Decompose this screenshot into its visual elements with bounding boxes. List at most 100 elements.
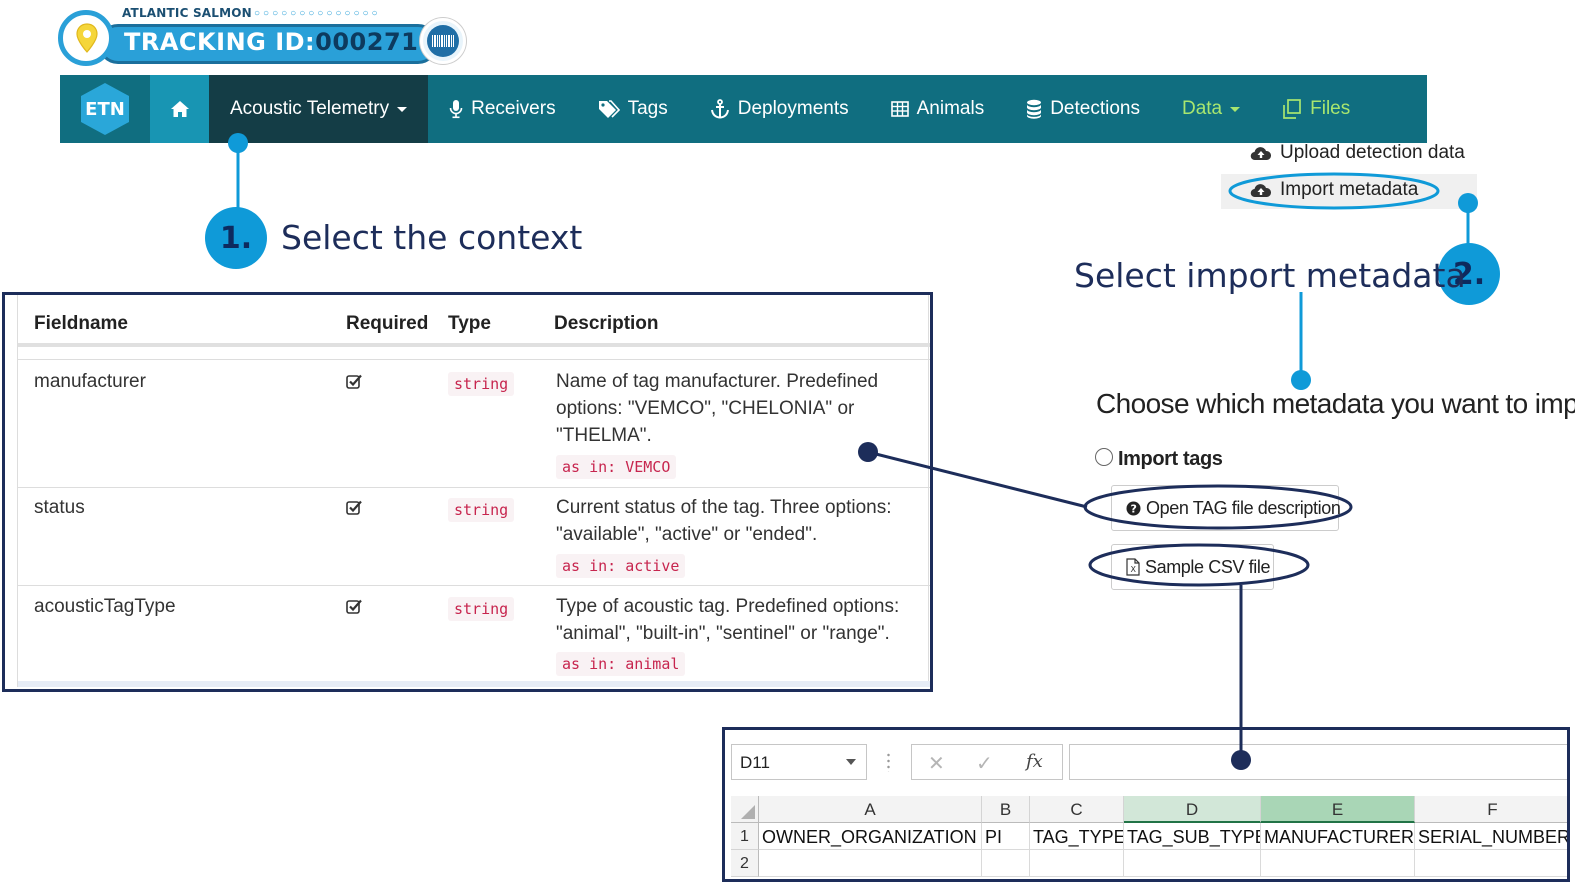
files-icon <box>1282 99 1302 119</box>
example-value: as in: animal <box>556 652 686 676</box>
table-icon <box>890 101 909 117</box>
cell-e2[interactable] <box>1261 850 1415 877</box>
column-header-c[interactable]: C <box>1030 796 1124 823</box>
description-line: options: "VEMCO", "CHELONIA" or <box>556 398 855 419</box>
logo-dots: ○○○○○○○○○○○○○○ <box>254 8 381 19</box>
sample-csv-spreadsheet: D11 ✕ ✓ fx A B C D E F 1 OWNER_ORGANIZAT… <box>722 727 1570 882</box>
nav-detections-label: Detections <box>1050 98 1140 119</box>
fx-icon[interactable]: fx <box>1026 751 1043 772</box>
database-icon <box>1026 99 1042 119</box>
header-required: Required <box>346 313 429 334</box>
nav-receivers-label: Receivers <box>471 98 556 119</box>
open-tag-file-description-label: Open TAG file description <box>1146 497 1341 518</box>
svg-text:?: ? <box>1131 502 1137 515</box>
column-header-a[interactable]: A <box>759 796 982 823</box>
cell-b1[interactable]: PI <box>982 823 1030 850</box>
cloud-upload-icon <box>1250 182 1272 198</box>
column-header-b[interactable]: B <box>982 796 1030 823</box>
nav-animals-label: Animals <box>916 98 985 119</box>
cell-d1[interactable]: TAG_SUB_TYPE <box>1124 823 1261 850</box>
cloud-upload-icon <box>1250 145 1272 161</box>
caret-down-icon <box>1230 106 1241 112</box>
nav-deployments-label: Deployments <box>737 98 849 119</box>
logo-tracking-text: TRACKING ID:0002711 <box>124 28 436 56</box>
import-tags-radio[interactable] <box>1095 448 1113 466</box>
choose-anchor-dot <box>1291 370 1311 390</box>
nav-deployments[interactable]: Deployments <box>689 75 870 143</box>
column-header-d[interactable]: D <box>1124 796 1261 823</box>
formula-buttons: ✕ ✓ fx <box>911 744 1063 780</box>
description-line: "animal", "built-in", "sentinel" or "ran… <box>556 623 890 644</box>
menu-import-metadata[interactable]: Import metadata <box>1250 179 1418 201</box>
home-button[interactable] <box>150 75 209 143</box>
home-icon <box>170 101 189 117</box>
nav-files[interactable]: Files <box>1261 75 1371 143</box>
cell-c2[interactable] <box>1030 850 1124 877</box>
microphone-icon <box>449 99 463 119</box>
cell-f1[interactable]: SERIAL_NUMBER <box>1415 823 1567 850</box>
cell-c1[interactable]: TAG_TYPE <box>1030 823 1124 850</box>
barcode-icon <box>427 25 459 57</box>
description-line: Name of tag manufacturer. Predefined <box>556 371 879 392</box>
description-cell: Name of tag manufacturer. Predefined opt… <box>556 368 926 449</box>
row-header-2[interactable]: 2 <box>731 850 759 877</box>
field-table: Fieldname Required Type Description manu… <box>17 295 930 687</box>
nav-detections[interactable]: Detections <box>1005 75 1161 143</box>
checked-checkbox-icon <box>346 599 362 614</box>
formula-bar[interactable] <box>1069 744 1567 780</box>
cell-b2[interactable] <box>982 850 1030 877</box>
cell-a1[interactable]: OWNER_ORGANIZATION <box>759 823 982 850</box>
sample-csv-file-label: Sample CSV file <box>1145 556 1271 577</box>
chevron-down-icon <box>846 759 856 765</box>
header-description: Description <box>554 313 659 334</box>
select-all-corner[interactable] <box>731 796 759 823</box>
confirm-check-icon[interactable]: ✓ <box>976 751 993 776</box>
nav-acoustic-telemetry-label: Acoustic Telemetry <box>230 98 390 119</box>
etn-brand-logo[interactable]: ETN <box>60 75 150 143</box>
fieldname-cell: status <box>34 497 85 518</box>
description-line: Type of acoustic tag. Predefined options… <box>556 596 900 617</box>
cell-d2[interactable] <box>1124 850 1261 877</box>
step-2-text: Select import metadata <box>1074 256 1466 295</box>
row-divider <box>18 585 930 586</box>
sample-csv-file-button[interactable]: X Sample CSV file <box>1111 544 1274 590</box>
example-value: as in: active <box>556 554 686 578</box>
name-box[interactable]: D11 <box>731 744 867 780</box>
nav-receivers[interactable]: Receivers <box>428 75 576 143</box>
import-tags-label: Import tags <box>1118 448 1223 470</box>
row-divider <box>18 487 930 488</box>
nav-tags[interactable]: Tags <box>577 75 689 143</box>
example-value: as in: VEMCO <box>556 455 677 479</box>
nav-acoustic-telemetry[interactable]: Acoustic Telemetry <box>209 75 429 143</box>
fieldname-cell: manufacturer <box>34 371 146 392</box>
logo-tracking-id: 0002711 <box>315 28 436 56</box>
logo-species: ATLANTIC SALMON <box>122 6 252 20</box>
type-badge: string <box>448 372 515 396</box>
caret-down-icon <box>397 106 408 112</box>
map-pin-icon <box>58 10 114 66</box>
type-badge: string <box>448 597 515 621</box>
sheet-grid: A B C D E F 1 OWNER_ORGANIZATION PI TAG_… <box>731 796 1567 879</box>
row-header-1[interactable]: 1 <box>731 823 759 850</box>
main-navbar: ETN Acoustic Telemetry Receivers Tags De… <box>60 75 1427 143</box>
row-divider <box>18 359 930 360</box>
description-cell: Current status of the tag. Three options… <box>556 494 926 548</box>
cell-e1[interactable]: MANUFACTURER <box>1261 823 1415 850</box>
header-type: Type <box>448 313 491 334</box>
step-1-text: Select the context <box>281 218 583 257</box>
fieldname-cell: acousticTagType <box>34 596 176 617</box>
atlantic-salmon-logo: ATLANTIC SALMON ○○○○○○○○○○○○○○ TRACKING … <box>58 4 470 66</box>
menu-upload-detection-data[interactable]: Upload detection data <box>1250 142 1465 164</box>
menu-upload-detection-data-label: Upload detection data <box>1280 142 1465 163</box>
nav-data[interactable]: Data <box>1161 75 1261 143</box>
cancel-x-icon[interactable]: ✕ <box>928 751 945 776</box>
column-header-f[interactable]: F <box>1415 796 1567 823</box>
type-badge: string <box>448 498 515 522</box>
nav-animals[interactable]: Animals <box>870 75 1006 143</box>
menu-import-metadata-label: Import metadata <box>1280 179 1419 200</box>
cell-a2[interactable] <box>759 850 982 877</box>
cell-f2[interactable] <box>1415 850 1567 877</box>
brand-text: ETN <box>81 83 129 135</box>
open-tag-file-description-button[interactable]: ? Open TAG file description <box>1111 485 1341 531</box>
column-header-e[interactable]: E <box>1261 796 1415 823</box>
